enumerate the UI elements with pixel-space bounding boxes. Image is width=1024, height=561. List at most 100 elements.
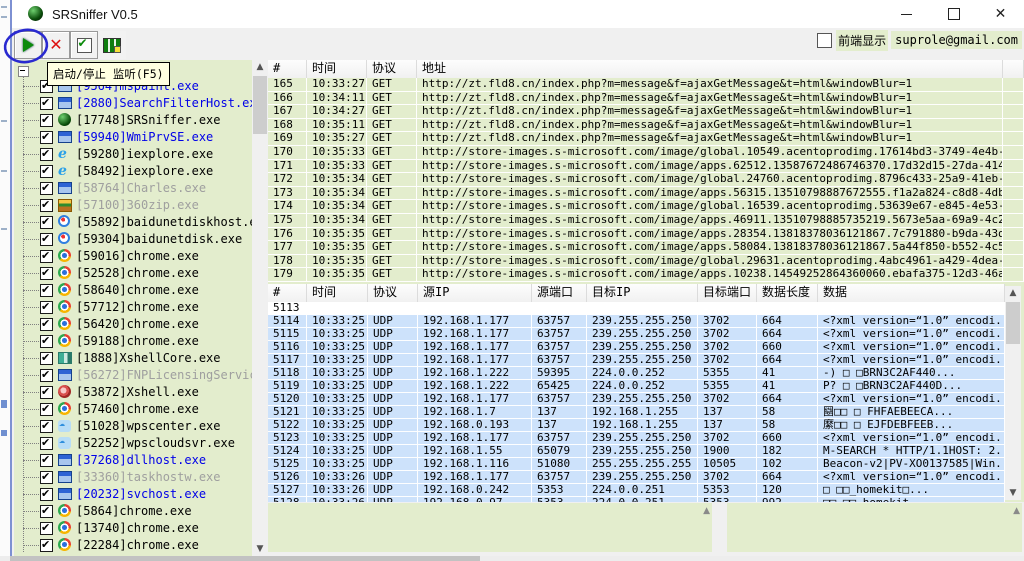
process-checkbox[interactable] [40, 318, 53, 331]
process-checkbox[interactable] [40, 471, 53, 484]
horizontal-scrollbar-thumb[interactable] [10, 556, 480, 561]
table-row[interactable]: 512510:33:25UDP192.168.1.11651080255.255… [268, 458, 1005, 471]
table-row[interactable]: 512610:33:26UDP192.168.1.17763757239.255… [268, 471, 1005, 484]
process-label[interactable]: [51028]wpscenter.exe [76, 419, 221, 433]
table-row[interactable]: 17310:35:34GEThttp://store-images.s-micr… [268, 187, 1024, 201]
table-row[interactable]: 512010:33:25UDP192.168.1.17763757239.255… [268, 393, 1005, 406]
scroll-up-icon[interactable]: ▲ [1013, 506, 1020, 516]
table-row[interactable]: 511510:33:25UDP192.168.1.17763757239.255… [268, 328, 1005, 341]
scroll-up-icon[interactable]: ▲ [252, 60, 268, 74]
process-label[interactable]: [57100]360zip.exe [76, 198, 199, 212]
table-row[interactable]: 17810:35:35GEThttp://store-images.s-micr… [268, 255, 1024, 269]
tree-item[interactable]: [52528]chrome.exe [14, 265, 252, 282]
tree-item[interactable]: [59188]chrome.exe [14, 333, 252, 350]
tree-item[interactable]: [13740]chrome.exe [14, 520, 252, 537]
clear-button[interactable]: ✕ [42, 31, 70, 59]
process-checkbox[interactable] [40, 165, 53, 178]
table-row[interactable]: 512710:33:26UDP192.168.0.2425353224.0.0.… [268, 484, 1005, 497]
process-checkbox[interactable] [40, 250, 53, 263]
horizontal-scrollbar[interactable] [0, 556, 1024, 561]
process-checkbox[interactable] [40, 522, 53, 535]
process-label[interactable]: [2880]SearchFilterHost.exe [76, 96, 252, 110]
column-header[interactable]: 协议 [367, 60, 417, 78]
table-row[interactable]: 512310:33:25UDP192.168.1.17763757239.255… [268, 432, 1005, 445]
tree-item[interactable]: [57460]chrome.exe [14, 401, 252, 418]
process-label[interactable]: [58492]iexplore.exe [76, 164, 213, 178]
table-row[interactable]: 17410:35:34GEThttp://store-images.s-micr… [268, 200, 1024, 214]
process-label[interactable]: [56420]chrome.exe [76, 317, 199, 331]
process-label[interactable]: [13740]chrome.exe [76, 521, 199, 535]
table-row[interactable]: 16910:35:27GEThttp://zt.fld8.cn/index.ph… [268, 132, 1024, 146]
table-row[interactable]: 16510:33:27GEThttp://zt.fld8.cn/index.ph… [268, 78, 1024, 92]
process-label[interactable]: [53872]Xshell.exe [76, 385, 199, 399]
column-header[interactable]: 源IP [418, 284, 532, 302]
table-row[interactable]: 512410:33:25UDP192.168.1.5565079239.255.… [268, 445, 1005, 458]
column-header[interactable]: 目标端口 [698, 284, 757, 302]
process-checkbox[interactable] [40, 114, 53, 127]
process-checkbox[interactable] [40, 437, 53, 450]
table-row[interactable]: 16710:34:27GEThttp://zt.fld8.cn/index.ph… [268, 105, 1024, 119]
process-checkbox[interactable] [40, 386, 53, 399]
table-row[interactable]: 17910:35:35GEThttp://store-images.s-micr… [268, 268, 1024, 282]
tree-scrollbar[interactable]: ▲ ▼ [252, 60, 268, 556]
close-button[interactable]: ✕ [977, 0, 1024, 28]
table-row[interactable]: 511610:33:25UDP192.168.1.17763757239.255… [268, 341, 1005, 354]
tree-item[interactable]: [37268]dllhost.exe [14, 452, 252, 469]
process-label[interactable]: [56272]FNPLicensingService [76, 368, 252, 382]
process-checkbox[interactable] [40, 182, 53, 195]
table-row[interactable]: 5113 [268, 302, 1005, 315]
tree-item[interactable]: [33360]taskhostw.exe [14, 469, 252, 486]
process-label[interactable]: [17748]SRSniffer.exe [76, 113, 221, 127]
table-row[interactable]: 512810:33:26UDP192.168.0.975353224.0.0.2… [268, 497, 1005, 502]
process-checkbox[interactable] [40, 148, 53, 161]
column-header[interactable]: 数据 [818, 284, 1005, 302]
tree-item[interactable]: [2880]SearchFilterHost.exe [14, 95, 252, 112]
process-label[interactable]: [52528]chrome.exe [76, 266, 199, 280]
process-checkbox[interactable] [40, 131, 53, 144]
process-checkbox[interactable] [40, 301, 53, 314]
process-label[interactable]: [59188]chrome.exe [76, 334, 199, 348]
column-header[interactable] [1003, 60, 1024, 78]
tree-item[interactable]: [57100]360zip.exe [14, 197, 252, 214]
process-label[interactable]: [59940]WmiPrvSE.exe [76, 130, 213, 144]
table-row[interactable]: 17710:35:35GEThttp://store-images.s-micr… [268, 241, 1024, 255]
process-label[interactable]: [22284]chrome.exe [76, 538, 199, 552]
process-checkbox[interactable] [40, 216, 53, 229]
process-checkbox[interactable] [40, 335, 53, 348]
process-label[interactable]: [57460]chrome.exe [76, 402, 199, 416]
scroll-up-icon[interactable]: ▲ [1005, 286, 1021, 300]
process-label[interactable]: [20232]svchost.exe [76, 487, 206, 501]
table-row[interactable]: 17010:35:33GEThttp://store-images.s-micr… [268, 146, 1024, 160]
process-checkbox[interactable] [40, 505, 53, 518]
process-label[interactable]: [1888]XshellCore.exe [76, 351, 221, 365]
process-checkbox[interactable] [40, 267, 53, 280]
column-header[interactable]: 源端口 [532, 284, 587, 302]
select-all-button[interactable] [70, 31, 98, 59]
tree-item[interactable]: [59940]WmiPrvSE.exe [14, 129, 252, 146]
start-stop-capture-button[interactable] [14, 31, 42, 59]
table-row[interactable]: 511810:33:25UDP192.168.1.22259395224.0.0… [268, 367, 1005, 380]
process-checkbox[interactable] [40, 369, 53, 382]
process-checkbox[interactable] [40, 488, 53, 501]
process-label[interactable]: [58640]chrome.exe [76, 283, 199, 297]
tree-item[interactable]: [59016]chrome.exe [14, 248, 252, 265]
table-row[interactable]: 17210:35:34GEThttp://store-images.s-micr… [268, 173, 1024, 187]
minimize-button[interactable] [883, 0, 930, 28]
titlebar[interactable]: SRSniffer V0.5 ✕ [12, 0, 1024, 28]
process-label[interactable]: [5864]chrome.exe [76, 504, 192, 518]
scroll-down-icon[interactable]: ▼ [252, 542, 268, 556]
tree-item[interactable]: [58492]iexplore.exe [14, 163, 252, 180]
tree-item[interactable]: [56272]FNPLicensingService [14, 367, 252, 384]
maximize-button[interactable] [930, 0, 977, 28]
process-checkbox[interactable] [40, 403, 53, 416]
process-label[interactable]: [55892]baidunetdiskhost.exe [76, 215, 252, 229]
tree-item[interactable]: [22284]chrome.exe [14, 537, 252, 554]
scroll-down-icon[interactable]: ▼ [1005, 486, 1021, 500]
table-row[interactable]: 511710:33:25UDP192.168.1.17763757239.255… [268, 354, 1005, 367]
table-row[interactable]: 512110:33:25UDP192.168.1.7137192.168.1.2… [268, 406, 1005, 419]
tree-item[interactable]: [51028]wpscenter.exe [14, 418, 252, 435]
process-label[interactable]: [37268]dllhost.exe [76, 453, 206, 467]
process-checkbox[interactable] [40, 352, 53, 365]
tree-item[interactable]: [59304]baidunetdisk.exe [14, 231, 252, 248]
tree-item[interactable]: [5864]chrome.exe [14, 503, 252, 520]
